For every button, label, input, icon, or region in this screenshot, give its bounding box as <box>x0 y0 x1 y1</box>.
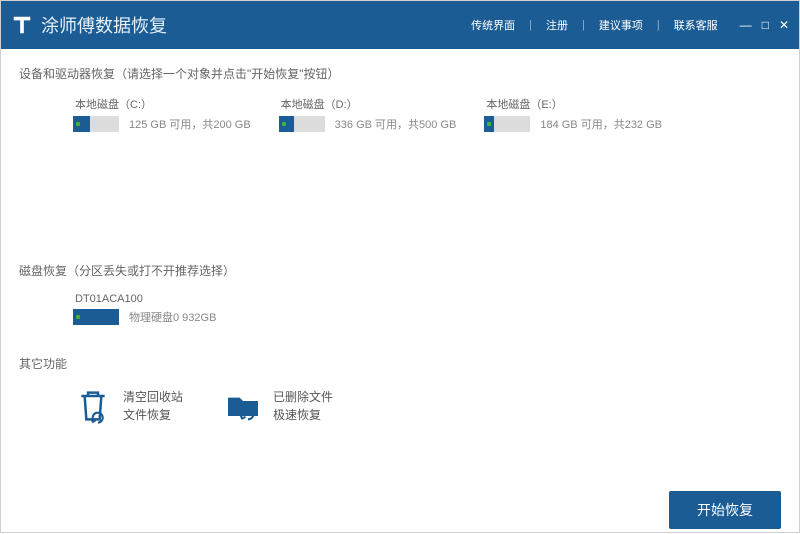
link-traditional[interactable]: 传统界面 <box>471 17 515 33</box>
start-recovery-button[interactable]: 开始恢复 <box>669 491 781 529</box>
drive-info: 184 GB 可用，共232 GB <box>540 116 662 132</box>
drive-label: 本地磁盘（E:） <box>486 96 662 112</box>
window-controls: — □ ✕ <box>740 18 789 32</box>
link-register[interactable]: 注册 <box>546 17 568 33</box>
other-functions: 清空回收站 文件恢复 已删除文件 极速恢复 <box>19 386 781 426</box>
maximize-icon[interactable]: □ <box>762 18 769 32</box>
drive-info: 336 GB 可用，共500 GB <box>335 116 457 132</box>
disks-list: DT01ACA100 物理硬盘0 932GB <box>19 293 781 325</box>
drive-info: 125 GB 可用，共200 GB <box>129 116 251 132</box>
drive-usage-bar <box>73 116 119 132</box>
logo: 涂师傅数据恢复 <box>11 12 167 38</box>
footer: 开始恢复 <box>1 486 799 534</box>
minimize-icon[interactable]: — <box>740 18 752 32</box>
drive-usage-bar <box>279 116 325 132</box>
folder-refresh-icon <box>223 386 263 426</box>
recycle-bin-recovery[interactable]: 清空回收站 文件恢复 <box>73 386 183 426</box>
drive-d[interactable]: 本地磁盘（D:） 336 GB 可用，共500 GB <box>279 96 457 132</box>
other-text: 已删除文件 极速恢复 <box>273 388 333 424</box>
drive-label: 本地磁盘（C:） <box>75 96 251 112</box>
section-disks-title: 磁盘恢复（分区丢失或打不开推荐选择） <box>19 262 781 279</box>
titlebar: 涂师傅数据恢复 传统界面 | 注册 | 建议事项 | 联系客服 — □ ✕ <box>1 1 799 49</box>
disk-usage-bar <box>73 309 119 325</box>
drive-c[interactable]: 本地磁盘（C:） 125 GB 可用，共200 GB <box>73 96 251 132</box>
recycle-bin-icon <box>73 386 113 426</box>
content: 设备和驱动器恢复（请选择一个对象并点击"开始恢复"按钮） 本地磁盘（C:） 12… <box>1 49 799 486</box>
deleted-file-recovery[interactable]: 已删除文件 极速恢复 <box>223 386 333 426</box>
close-icon[interactable]: ✕ <box>779 18 789 32</box>
drive-e[interactable]: 本地磁盘（E:） 184 GB 可用，共232 GB <box>484 96 662 132</box>
drive-usage-bar <box>484 116 530 132</box>
logo-icon <box>11 14 33 36</box>
disk-info: 物理硬盘0 932GB <box>129 309 216 325</box>
disk-0[interactable]: DT01ACA100 物理硬盘0 932GB <box>73 293 781 325</box>
other-text: 清空回收站 文件恢复 <box>123 388 183 424</box>
drives-list: 本地磁盘（C:） 125 GB 可用，共200 GB 本地磁盘（D:） <box>19 96 781 132</box>
section-other-title: 其它功能 <box>19 355 781 372</box>
titlebar-links: 传统界面 | 注册 | 建议事项 | 联系客服 — □ ✕ <box>471 17 789 33</box>
section-drives-title: 设备和驱动器恢复（请选择一个对象并点击"开始恢复"按钮） <box>19 65 781 82</box>
drive-label: 本地磁盘（D:） <box>281 96 457 112</box>
disk-label: DT01ACA100 <box>75 293 216 305</box>
app-title: 涂师傅数据恢复 <box>41 12 167 38</box>
link-support[interactable]: 联系客服 <box>674 17 718 33</box>
link-suggestions[interactable]: 建议事项 <box>599 17 643 33</box>
